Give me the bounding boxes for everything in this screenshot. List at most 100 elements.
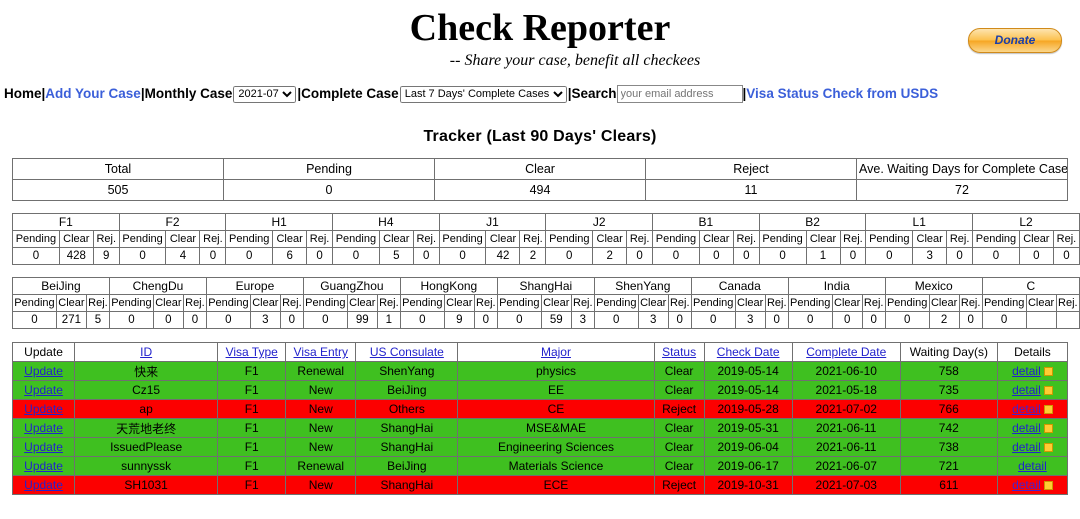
cell-us-consulate: ShenYang: [355, 361, 459, 381]
update-link[interactable]: Update: [24, 364, 63, 378]
cell-major: CE: [457, 399, 655, 419]
nav-search-label: Search: [571, 86, 617, 101]
cell-visa-entry: Renewal: [285, 361, 357, 381]
cell-check-date: 2019-05-14: [703, 380, 793, 400]
cases-header-status[interactable]: Status: [653, 342, 705, 362]
sort-link[interactable]: Visa Entry: [294, 345, 348, 359]
update-link[interactable]: Update: [24, 383, 63, 397]
cell-status: Reject: [653, 475, 705, 495]
nav-home[interactable]: Home: [4, 86, 42, 101]
sort-link[interactable]: Status: [662, 345, 696, 359]
cell-details[interactable]: detail: [996, 361, 1069, 381]
cell-visa-entry: New: [285, 418, 357, 438]
consulate-chengdu-pending: 0: [108, 311, 154, 329]
detail-link[interactable]: detail: [1012, 364, 1041, 378]
update-link[interactable]: Update: [24, 459, 63, 473]
cell-visa-type: F1: [217, 380, 287, 400]
nav-usds-link[interactable]: Visa Status Check from USDS: [746, 86, 938, 101]
cases-header-id[interactable]: ID: [74, 342, 219, 362]
visa-subheader-reject: Rej.: [1052, 230, 1080, 248]
visa-b1-clear: 0: [698, 247, 734, 265]
cases-header-check-date[interactable]: Check Date: [703, 342, 793, 362]
consulate-subheader-reject: Rej.: [376, 294, 401, 312]
summary-value-row: 505 0 494 11 72: [12, 179, 1068, 201]
monthly-case-select[interactable]: 2021-07: [233, 85, 297, 103]
cell-details[interactable]: detail: [996, 437, 1069, 457]
cell-id: SH1031: [74, 475, 219, 495]
detail-link[interactable]: detail: [1012, 383, 1041, 397]
cell-visa-type: F1: [217, 399, 287, 419]
consulate-shenyang-clear: 3: [637, 311, 669, 329]
cases-header-major[interactable]: Major: [457, 342, 655, 362]
cell-complete-date: 2021-05-18: [791, 380, 901, 400]
visa-l2-reject: 0: [1052, 247, 1080, 265]
update-link[interactable]: Update: [24, 478, 63, 492]
cell-details[interactable]: detail: [996, 399, 1069, 419]
visa-subheader-pending: Pending: [545, 230, 594, 248]
search-input[interactable]: [616, 85, 743, 104]
sort-link[interactable]: Check Date: [717, 345, 780, 359]
cell-details[interactable]: detail: [996, 456, 1069, 476]
consulate-beijing-pending: 0: [12, 311, 57, 329]
consulate-group-guangzhou: GuangZhou: [302, 277, 401, 295]
update-link[interactable]: Update: [24, 402, 63, 416]
cell-update[interactable]: Update: [11, 475, 76, 495]
sort-link[interactable]: Major: [541, 345, 571, 359]
nav-add-your-case[interactable]: Add Your Case: [45, 86, 141, 101]
main-navigation: Home|Add Your Case|Monthly Case 2021-07 |C…: [0, 84, 1080, 104]
cell-update[interactable]: Update: [11, 380, 76, 400]
cases-header-update: Update: [11, 342, 76, 362]
visa-j1-reject: 2: [519, 247, 547, 265]
consulate-group-chengdu: ChengDu: [108, 277, 207, 295]
detail-link[interactable]: detail: [1012, 402, 1041, 416]
cell-check-date: 2019-05-28: [703, 399, 793, 419]
cell-update[interactable]: Update: [11, 456, 76, 476]
visa-l2-pending: 0: [972, 247, 1020, 265]
cell-check-date: 2019-06-04: [703, 437, 793, 457]
visa-subheader-pending: Pending: [118, 230, 167, 248]
consulate-europe-clear: 3: [249, 311, 281, 329]
sort-link[interactable]: US Consulate: [370, 345, 444, 359]
sort-link[interactable]: Visa Type: [226, 345, 278, 359]
cell-status: Clear: [653, 456, 705, 476]
summary-value-total: 505: [12, 179, 224, 201]
update-link[interactable]: Update: [24, 421, 63, 435]
cell-update[interactable]: Update: [11, 418, 76, 438]
summary-header-clear: Clear: [434, 158, 646, 180]
cell-update[interactable]: Update: [11, 361, 76, 381]
cell-us-consulate: ShangHai: [355, 475, 459, 495]
cell-id: 天荒地老终: [74, 418, 219, 438]
sort-link[interactable]: Complete Date: [806, 345, 886, 359]
visa-group-f2: F2: [118, 213, 227, 231]
cell-check-date: 2019-05-31: [703, 418, 793, 438]
cases-header-visa-entry[interactable]: Visa Entry: [285, 342, 357, 362]
detail-link[interactable]: detail: [1012, 421, 1041, 435]
consulate-hongkong-pending: 0: [399, 311, 445, 329]
donate-button[interactable]: Donate: [968, 28, 1062, 53]
cell-details[interactable]: detail: [996, 380, 1069, 400]
consulate-subheader-reject: Rej.: [958, 294, 983, 312]
cases-header-us-consulate[interactable]: US Consulate: [355, 342, 459, 362]
sort-link[interactable]: ID: [140, 345, 152, 359]
cases-header-visa-type[interactable]: Visa Type: [217, 342, 287, 362]
visa-f1-reject: 9: [92, 247, 120, 265]
detail-link[interactable]: detail: [1012, 440, 1041, 454]
cell-details[interactable]: detail: [996, 418, 1069, 438]
detail-link[interactable]: detail: [1012, 478, 1041, 492]
consulate-c-pending: 0: [981, 311, 1027, 329]
visa-subheader-pending: Pending: [758, 230, 807, 248]
update-link[interactable]: Update: [24, 440, 63, 454]
visa-subheader-clear: Clear: [165, 230, 201, 248]
complete-case-select[interactable]: Last 7 Days' Complete Cases: [399, 85, 567, 103]
table-row: Update Cz15 F1 New BeiJing EE Clear 2019-05-14 2…: [11, 380, 1069, 400]
visa-j2-reject: 0: [626, 247, 654, 265]
consulate-india-pending: 0: [787, 311, 833, 329]
cell-update[interactable]: Update: [11, 437, 76, 457]
detail-link[interactable]: detail: [1018, 459, 1047, 473]
cell-update[interactable]: Update: [11, 399, 76, 419]
cases-header-complete-date[interactable]: Complete Date: [791, 342, 901, 362]
table-row: Update 快来 F1 Renewal ShenYang physics Clear 201…: [11, 361, 1069, 381]
consulate-guangzhou-clear: 99: [346, 311, 378, 329]
cell-details[interactable]: detail: [996, 475, 1069, 495]
visa-subheader-clear: Clear: [1018, 230, 1054, 248]
